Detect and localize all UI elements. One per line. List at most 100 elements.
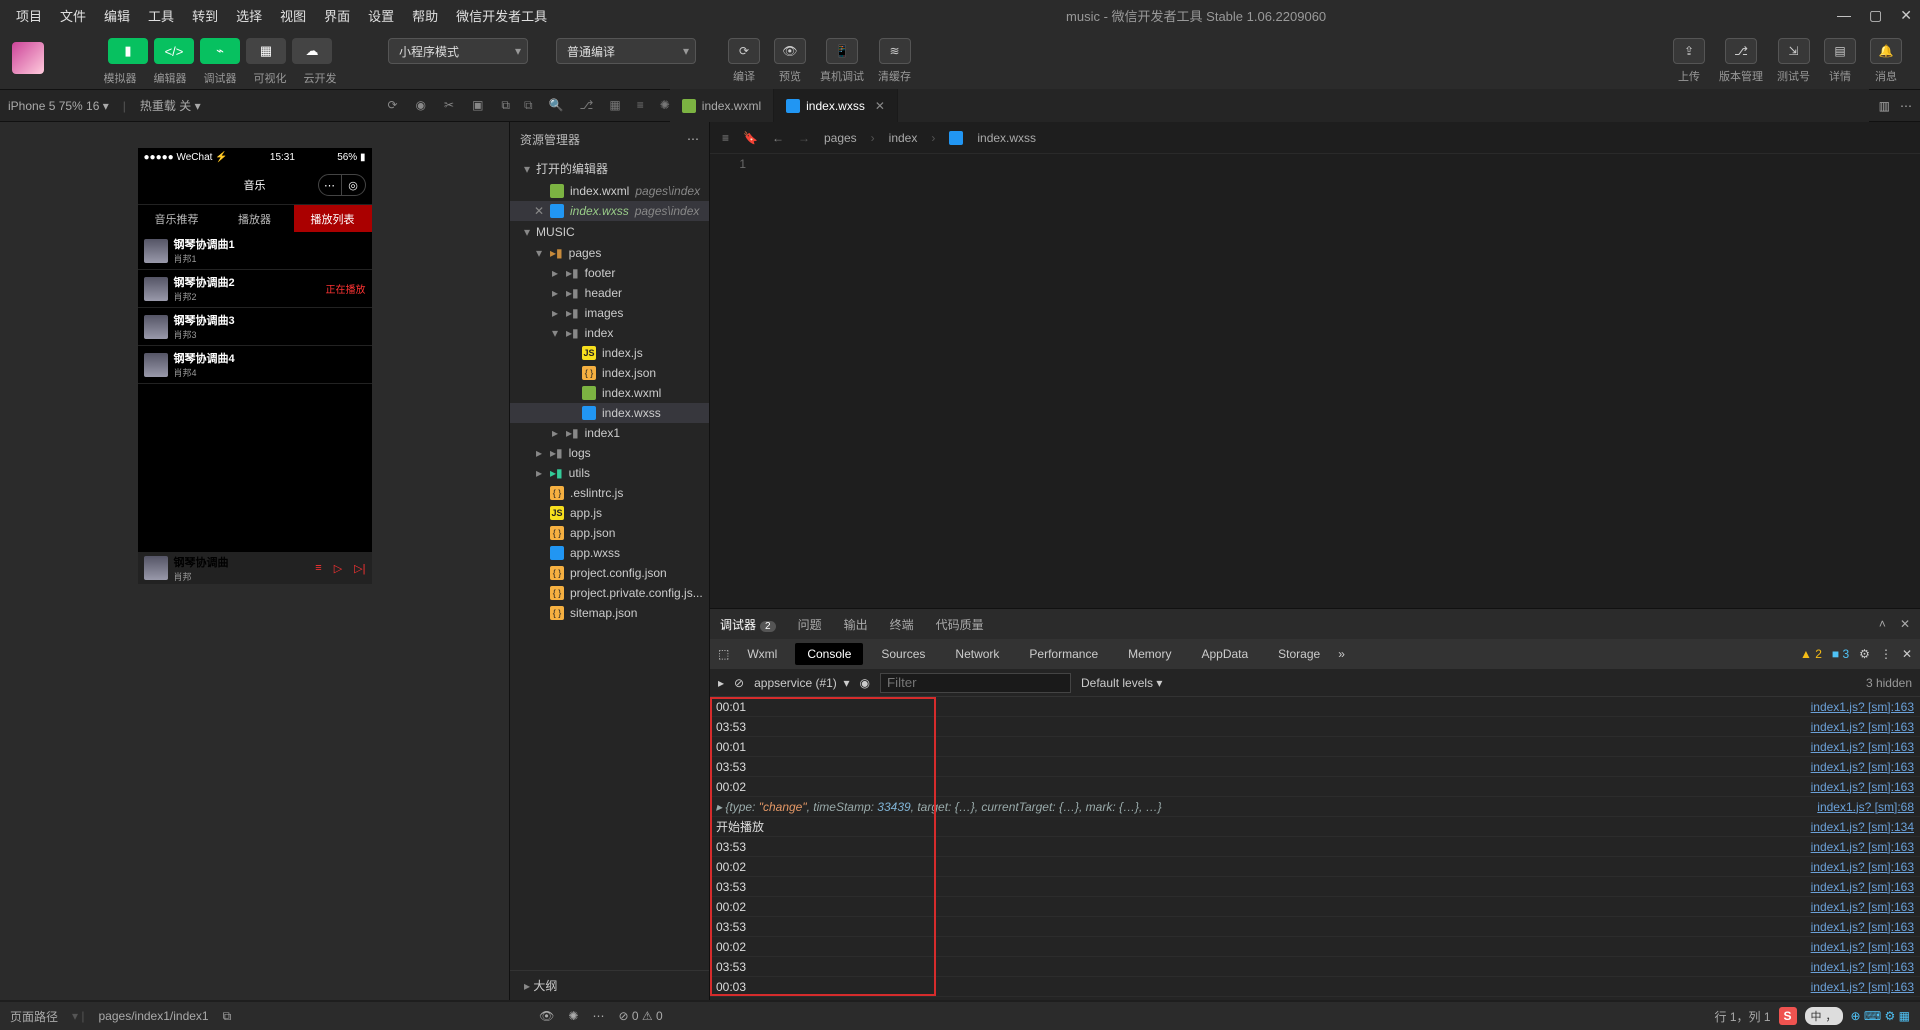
dbg-tab-问题[interactable]: 问题 — [798, 616, 822, 633]
code-editor[interactable]: 1 — [710, 154, 1920, 608]
device-selector[interactable]: iPhone 5 75% 16 ▾ — [8, 99, 109, 113]
tree-app.js[interactable]: JSapp.js — [510, 503, 709, 523]
console-filter-input[interactable] — [880, 673, 1071, 693]
log-source-link[interactable]: index1.js? [sm]:163 — [1811, 860, 1914, 874]
editor-button[interactable]: </> — [154, 38, 194, 64]
log-source-link[interactable]: index1.js? [sm]:163 — [1811, 900, 1914, 914]
inspect-icon[interactable]: ⬚ — [718, 647, 729, 661]
console-log-row[interactable]: 00:01index1.js? [sm]:163 — [710, 737, 1920, 757]
log-source-link[interactable]: index1.js? [sm]:163 — [1811, 700, 1914, 714]
devtools-overflow-icon[interactable]: » — [1338, 647, 1345, 661]
tool-编译[interactable]: ⟳ — [728, 38, 760, 64]
capsule-close-icon[interactable]: ◎ — [342, 174, 366, 196]
tool-测试号[interactable]: ⇲ — [1778, 38, 1810, 64]
debugger-button[interactable]: ⌁ — [200, 38, 240, 64]
bug-status-icon[interactable]: ✺ — [568, 1009, 578, 1023]
maximize-icon[interactable]: ▢ — [1869, 7, 1882, 24]
console-sidebar-icon[interactable]: ▸ — [718, 676, 724, 690]
record-icon[interactable]: ◉ — [416, 98, 426, 113]
tree-index1[interactable]: ▸▸▮index1 — [510, 423, 709, 443]
console-log-row[interactable]: 开始播放index1.js? [sm]:134 — [710, 817, 1920, 837]
console-log-row[interactable]: 00:03index1.js? [sm]:163 — [710, 977, 1920, 997]
editor-tab-index.wxss[interactable]: index.wxss✕ — [774, 89, 898, 123]
devtools-tab-Wxml[interactable]: Wxml — [735, 643, 789, 665]
problems-status[interactable]: ⊘ 0 ⚠ 0 — [618, 1009, 662, 1023]
ime-indicator[interactable]: S — [1779, 1007, 1797, 1025]
log-source-link[interactable]: index1.js? [sm]:163 — [1811, 960, 1914, 974]
files-icon[interactable]: ⧉ — [524, 98, 533, 113]
console-context[interactable]: appservice (#1) ▾ — [754, 676, 849, 690]
tree-sitemap.json[interactable]: { }sitemap.json — [510, 603, 709, 623]
log-source-link[interactable]: index1.js? [sm]:134 — [1811, 820, 1914, 834]
playlist-icon[interactable]: ≡ — [315, 562, 321, 575]
list-item[interactable]: 钢琴协调曲3肖邦3 — [138, 308, 372, 346]
list-item[interactable]: 钢琴协调曲1肖邦1 — [138, 232, 372, 270]
log-source-link[interactable]: index1.js? [sm]:163 — [1811, 920, 1914, 934]
popout-icon[interactable]: ⧉ — [501, 98, 510, 113]
list-item[interactable]: 钢琴协调曲4肖邦4 — [138, 346, 372, 384]
tool-预览[interactable]: 👁 — [774, 38, 806, 64]
cut-icon[interactable]: ✂ — [444, 98, 454, 113]
log-source-link[interactable]: index1.js? [sm]:163 — [1811, 720, 1914, 734]
devtools-tab-Performance[interactable]: Performance — [1017, 643, 1110, 665]
tree-logs[interactable]: ▸▸▮logs — [510, 443, 709, 463]
clear-console-icon[interactable]: ⊘ — [734, 676, 744, 690]
tree-utils[interactable]: ▸▸▮utils — [510, 463, 709, 483]
editor-tab-index.wxml[interactable]: index.wxml — [670, 89, 774, 123]
open-file-index.wxml[interactable]: index.wxml pages\index — [510, 181, 709, 201]
tree-project.config.json[interactable]: { }project.config.json — [510, 563, 709, 583]
tray-icons[interactable]: ⊕ ⌨ ⚙ ▦ — [1851, 1009, 1910, 1023]
panel-close-icon[interactable]: ✕ — [1900, 617, 1910, 631]
console-log-row[interactable]: 03:53index1.js? [sm]:163 — [710, 837, 1920, 857]
tool-消息[interactable]: 🔔 — [1870, 38, 1902, 64]
devtools-tab-Storage[interactable]: Storage — [1266, 643, 1332, 665]
devtools-tab-Network[interactable]: Network — [943, 643, 1011, 665]
devtools-settings-icon[interactable]: ⚙ — [1859, 647, 1870, 661]
menu-视图[interactable]: 视图 — [272, 2, 314, 29]
console-log-row[interactable]: 00:01index1.js? [sm]:163 — [710, 697, 1920, 717]
tree-app.json[interactable]: { }app.json — [510, 523, 709, 543]
console-log-row[interactable]: 03:53index1.js? [sm]:163 — [710, 917, 1920, 937]
menu-微信开发者工具[interactable]: 微信开发者工具 — [448, 2, 555, 29]
devtools-tab-Console[interactable]: Console — [795, 643, 863, 665]
log-source-link[interactable]: index1.js? [sm]:163 — [1811, 940, 1914, 954]
visual-button[interactable]: ▦ — [246, 38, 286, 64]
tree-index.js[interactable]: JSindex.js — [510, 343, 709, 363]
outline-section[interactable]: 大纲 — [510, 970, 709, 1000]
nav-fwd-icon[interactable]: → — [798, 131, 810, 145]
log-source-link[interactable]: index1.js? [sm]:163 — [1811, 980, 1914, 994]
panel-up-icon[interactable]: ˄ — [1879, 617, 1886, 631]
list-item[interactable]: 钢琴协调曲2肖邦2正在播放 — [138, 270, 372, 308]
devtools-tab-AppData[interactable]: AppData — [1189, 643, 1260, 665]
list-icon[interactable]: ≡ — [722, 131, 729, 145]
ime-mode[interactable]: 中， — [1805, 1007, 1843, 1025]
devtools-tab-Sources[interactable]: Sources — [869, 643, 937, 665]
menu-选择[interactable]: 选择 — [228, 2, 270, 29]
nav-back-icon[interactable]: ← — [772, 131, 784, 145]
compile-dropdown[interactable]: 普通编译 — [556, 38, 696, 64]
console-log-row[interactable]: 00:02index1.js? [sm]:163 — [710, 897, 1920, 917]
eye-icon[interactable]: 👁 — [539, 1009, 554, 1023]
log-source-link[interactable]: index1.js? [sm]:68 — [1817, 800, 1914, 814]
dbg-tab-输出[interactable]: 输出 — [844, 616, 868, 633]
console-log-row[interactable]: 00:02index1.js? [sm]:163 — [710, 857, 1920, 877]
close-icon[interactable]: ✕ — [1900, 7, 1912, 24]
more-icon[interactable]: ⋯ — [1900, 99, 1912, 113]
info-count[interactable]: ■ 3 — [1832, 647, 1849, 661]
tree-footer[interactable]: ▸▸▮footer — [510, 263, 709, 283]
cursor-position[interactable]: 行 1，列 1 — [1714, 1008, 1770, 1025]
page-path[interactable]: pages/index1/index1 — [99, 1009, 209, 1023]
hidden-count[interactable]: 3 hidden — [1866, 676, 1912, 690]
tree-index.json[interactable]: { }index.json — [510, 363, 709, 383]
log-source-link[interactable]: index1.js? [sm]:163 — [1811, 760, 1914, 774]
log-source-link[interactable]: index1.js? [sm]:163 — [1811, 780, 1914, 794]
console-log-row[interactable]: 00:02index1.js? [sm]:163 — [710, 937, 1920, 957]
cloud-button[interactable]: ☁ — [292, 38, 332, 64]
console-log-row[interactable]: 03:53index1.js? [sm]:163 — [710, 957, 1920, 977]
phone-tab-2[interactable]: 播放列表 — [294, 205, 372, 232]
hot-reload-toggle[interactable]: 热重载 关 ▾ — [140, 97, 201, 114]
tool-版本管理[interactable]: ⎇ — [1725, 38, 1757, 64]
dbg-tab-代码质量[interactable]: 代码质量 — [936, 616, 984, 633]
tool-真机调试[interactable]: 📱 — [826, 38, 858, 64]
menu-项目[interactable]: 项目 — [8, 2, 50, 29]
